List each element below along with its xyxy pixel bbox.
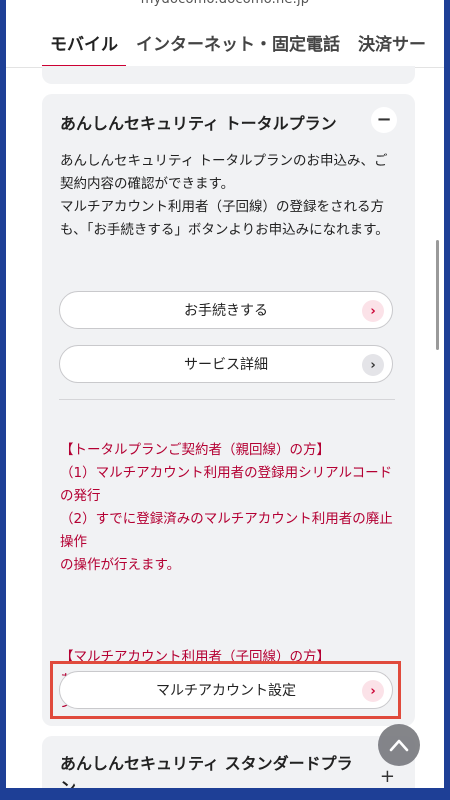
scroll-to-top-button[interactable] bbox=[378, 724, 420, 766]
notice-parent-line: 【トータルプランご契約者（親回線）の方】 （1）マルチアカウント利用者の登録用シ… bbox=[60, 442, 393, 573]
total-plan-card: あんしんセキュリティ トータルプラン − あんしんセキュリティ トータルプランの… bbox=[42, 94, 415, 726]
system-navigation-bar bbox=[0, 788, 450, 800]
chevron-up-icon bbox=[389, 739, 409, 752]
card-title: あんしんセキュリティ トータルプラン bbox=[60, 114, 337, 133]
procedure-button-label: お手続きする bbox=[184, 303, 268, 319]
scrollbar[interactable] bbox=[436, 240, 439, 350]
section-divider bbox=[59, 399, 395, 400]
card-description: あんしんセキュリティ トータルプランのお申込み、ご契約内容の確認ができます。 マ… bbox=[60, 153, 389, 238]
category-tabs: モバイル インターネット・固定電話 決済サー bbox=[6, 22, 444, 68]
collapse-button[interactable]: − bbox=[371, 107, 397, 133]
tab-mobile[interactable]: モバイル bbox=[42, 22, 126, 68]
plus-icon[interactable]: + bbox=[380, 766, 395, 787]
chevron-right-icon: › bbox=[362, 354, 384, 376]
previous-card-bottom bbox=[42, 66, 415, 84]
procedure-button[interactable]: お手続きする › bbox=[59, 291, 393, 329]
service-detail-button[interactable]: サービス詳細 › bbox=[59, 345, 393, 383]
tab-payment-services[interactable]: 決済サー bbox=[358, 22, 426, 68]
chevron-right-icon: › bbox=[362, 300, 384, 322]
multi-account-button-label: マルチアカウント設定 bbox=[156, 683, 296, 699]
chevron-right-icon: › bbox=[362, 680, 384, 702]
minus-icon: − bbox=[376, 109, 392, 130]
service-detail-button-label: サービス詳細 bbox=[184, 357, 268, 373]
multi-account-settings-button[interactable]: マルチアカウント設定 › bbox=[59, 671, 393, 709]
tab-internet-fixed-line[interactable]: インターネット・固定電話 bbox=[136, 22, 340, 68]
url-text[interactable]: mydocomo.docomo.ne.jp bbox=[6, 0, 444, 12]
browser-frame: mydocomo.docomo.ne.jp モバイル インターネット・固定電話 … bbox=[6, 0, 444, 800]
